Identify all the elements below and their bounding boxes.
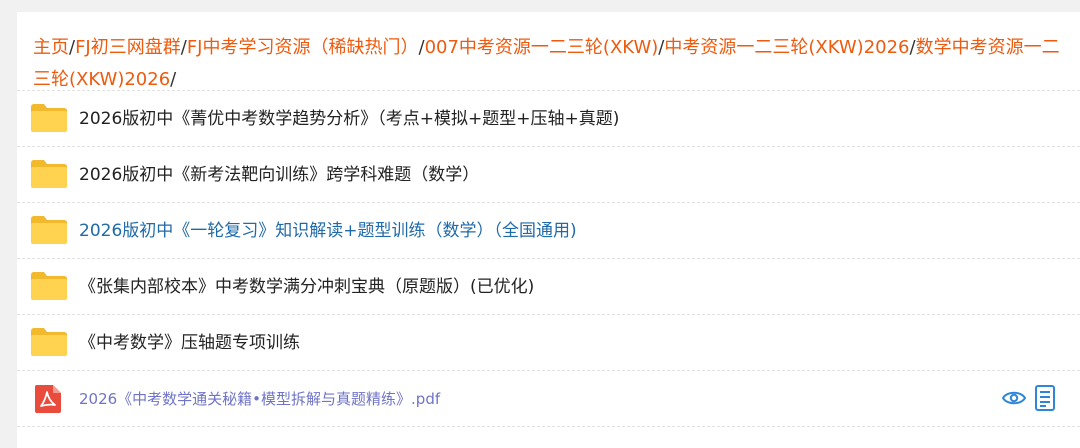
- folder-icon: [31, 160, 67, 188]
- folder-icon: [31, 216, 67, 244]
- breadcrumb-resources-2026[interactable]: 中考资源一二三轮(XKW)2026: [664, 37, 909, 58]
- folder-label[interactable]: 《张集内部校本》中考数学满分冲刺宝典（原题版）(已优化): [79, 259, 534, 315]
- folder-label[interactable]: 2026版初中《一轮复习》知识解读+题型训练（数学）（全国通用): [79, 203, 577, 259]
- breadcrumb: 主页/FJ初三网盘群/FJ中考学习资源（稀缺热门）/007中考资源一二三轮(XK…: [17, 12, 1080, 91]
- breadcrumb-fj-resources[interactable]: FJ中考学习资源（稀缺热门）: [187, 37, 419, 58]
- folder-row[interactable]: 《中考数学》压轴题专项训练: [17, 315, 1080, 371]
- file-label[interactable]: 2026《中考数学通关秘籍•模型拆解与真题精练》.pdf: [79, 371, 440, 427]
- breadcrumb-home[interactable]: 主页: [33, 37, 69, 58]
- file-browser-panel: 主页/FJ初三网盘群/FJ中考学习资源（稀缺热门）/007中考资源一二三轮(XK…: [17, 12, 1080, 448]
- folder-label[interactable]: 《中考数学》压轴题专项训练: [79, 315, 300, 371]
- file-row[interactable]: 2026《中考数学通关秘籍•模型拆解与真题精练》.pdf: [17, 371, 1080, 427]
- folder-row[interactable]: 2026版初中《一轮复习》知识解读+题型训练（数学）（全国通用): [17, 203, 1080, 259]
- folder-row[interactable]: 2026版初中《菁优中考数学趋势分析》（考点+模拟+题型+压轴+真题): [17, 91, 1080, 147]
- folder-icon: [31, 272, 67, 300]
- folder-label[interactable]: 2026版初中《菁优中考数学趋势分析》（考点+模拟+题型+压轴+真题): [79, 91, 619, 147]
- pdf-icon: [35, 385, 61, 413]
- folder-row[interactable]: 2026版初中《新考法靶向训练》跨学科难题（数学）: [17, 147, 1080, 203]
- folder-icon: [31, 104, 67, 132]
- folder-row[interactable]: 《张集内部校本》中考数学满分冲刺宝典（原题版）(已优化): [17, 259, 1080, 315]
- document-icon[interactable]: [1035, 385, 1055, 411]
- folder-icon: [31, 328, 67, 356]
- eye-icon[interactable]: [1002, 389, 1026, 407]
- breadcrumb-007-resources[interactable]: 007中考资源一二三轮(XKW): [425, 37, 659, 58]
- breadcrumb-separator: /: [170, 69, 177, 90]
- folder-label[interactable]: 2026版初中《新考法靶向训练》跨学科难题（数学）: [79, 147, 479, 203]
- breadcrumb-fj-group[interactable]: FJ初三网盘群: [75, 37, 181, 58]
